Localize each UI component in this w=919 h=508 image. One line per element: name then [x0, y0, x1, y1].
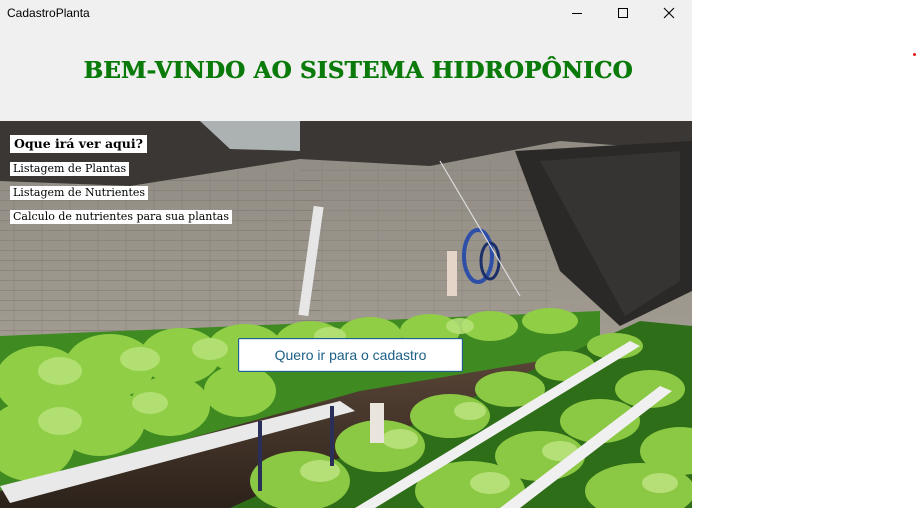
greenhouse-illustration	[0, 121, 692, 508]
red-dot-marker	[913, 53, 916, 56]
close-icon	[663, 7, 675, 19]
go-to-register-button[interactable]: Quero ir para o cadastro	[238, 338, 463, 372]
window-title: CadastroPlanta	[7, 6, 90, 20]
minimize-button[interactable]	[554, 0, 600, 26]
info-heading: Oque irá ver aqui?	[10, 135, 147, 153]
header-panel: BEM-VINDO AO SISTEMA HIDROPÔNICO	[0, 26, 692, 121]
info-item-plant-list: Listagem de Plantas	[10, 162, 130, 176]
maximize-icon	[618, 8, 628, 18]
maximize-button[interactable]	[600, 0, 646, 26]
title-bar[interactable]: CadastroPlanta	[0, 0, 692, 26]
info-item-nutrient-calc: Calculo de nutrientes para sua plantas	[10, 210, 232, 224]
info-item-nutrient-list: Listagem de Nutrientes	[10, 186, 149, 200]
minimize-icon	[572, 13, 582, 14]
page-title: BEM-VINDO AO SISTEMA HIDROPÔNICO	[83, 57, 633, 84]
greenhouse-background-image: Oque irá ver aqui? Listagem de Plantas L…	[0, 121, 692, 508]
app-window: CadastroPlanta BEM-VINDO AO SISTEMA HIDR…	[0, 0, 692, 508]
close-button[interactable]	[646, 0, 692, 26]
